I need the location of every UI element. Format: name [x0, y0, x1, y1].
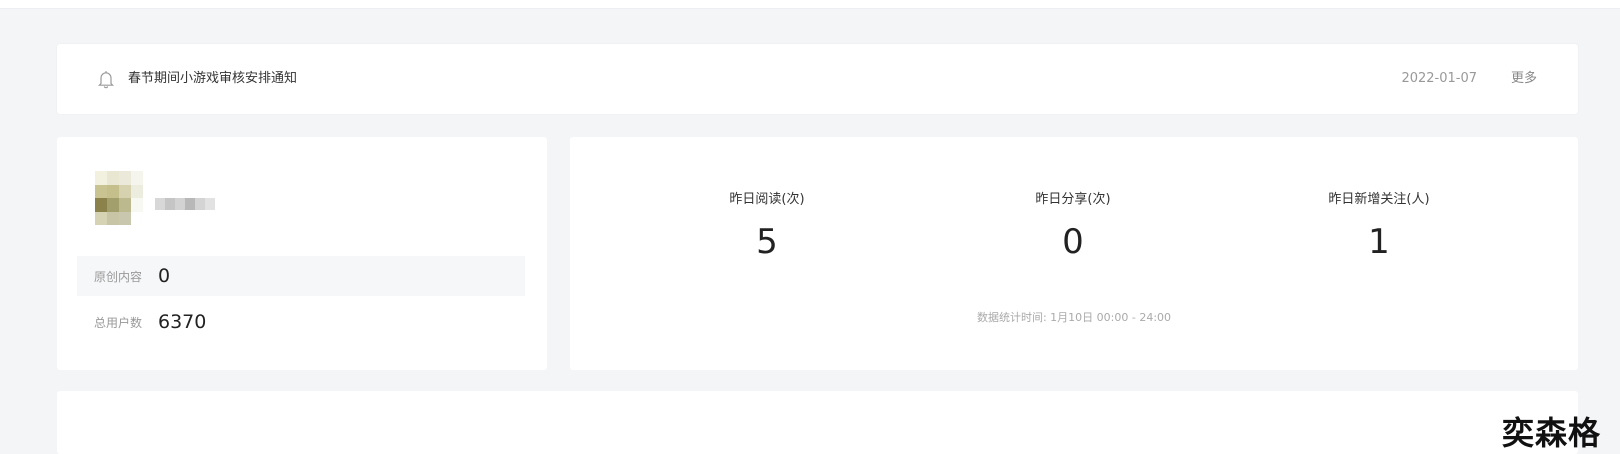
yesterday-shares-label: 昨日分享(次) — [1035, 192, 1111, 207]
yesterday-new-followers-label: 昨日新增关注(人) — [1328, 192, 1430, 207]
yesterday-new-followers-metric: 昨日新增关注(人) 1 — [1289, 191, 1469, 261]
daily-stats-card: 昨日阅读(次) 5 昨日分享(次) 0 昨日新增关注(人) 1 数据统计时间: … — [570, 137, 1578, 370]
total-users-row: 总用户数 6370 — [77, 302, 525, 342]
brand-watermark: 奕森格 — [1502, 414, 1602, 452]
yesterday-new-followers-value: 1 — [1368, 222, 1390, 262]
notice-title-link[interactable]: 春节期间小游戏审核安排通知 — [128, 69, 297, 89]
yesterday-shares-metric: 昨日分享(次) 0 — [983, 191, 1163, 261]
yesterday-reads-metric: 昨日阅读(次) 5 — [677, 191, 857, 261]
notice-bar: 春节期间小游戏审核安排通知 2022-01-07 更多 — [57, 44, 1578, 114]
original-content-label: 原创内容 — [94, 269, 143, 284]
yesterday-reads-label: 昨日阅读(次) — [729, 192, 805, 207]
bell-icon — [97, 69, 115, 89]
yesterday-reads-value: 5 — [756, 222, 778, 262]
original-content-value: 0 — [158, 265, 171, 287]
stats-time-range: 数据统计时间: 1月10日 00:00 - 24:00 — [976, 311, 1172, 324]
original-content-row: 原创内容 0 — [77, 256, 525, 296]
lower-content-card — [57, 391, 1578, 454]
total-users-value: 6370 — [158, 311, 207, 333]
account-summary-card: 原创内容 0 总用户数 6370 — [57, 137, 547, 370]
notice-more-link[interactable]: 更多 — [1511, 69, 1537, 89]
top-navigation-strip — [0, 0, 1620, 9]
account-name-redacted — [155, 192, 215, 216]
notice-date: 2022-01-07 — [1401, 71, 1477, 86]
account-avatar[interactable] — [95, 171, 143, 225]
total-users-label: 总用户数 — [94, 315, 143, 330]
yesterday-shares-value: 0 — [1062, 222, 1084, 262]
